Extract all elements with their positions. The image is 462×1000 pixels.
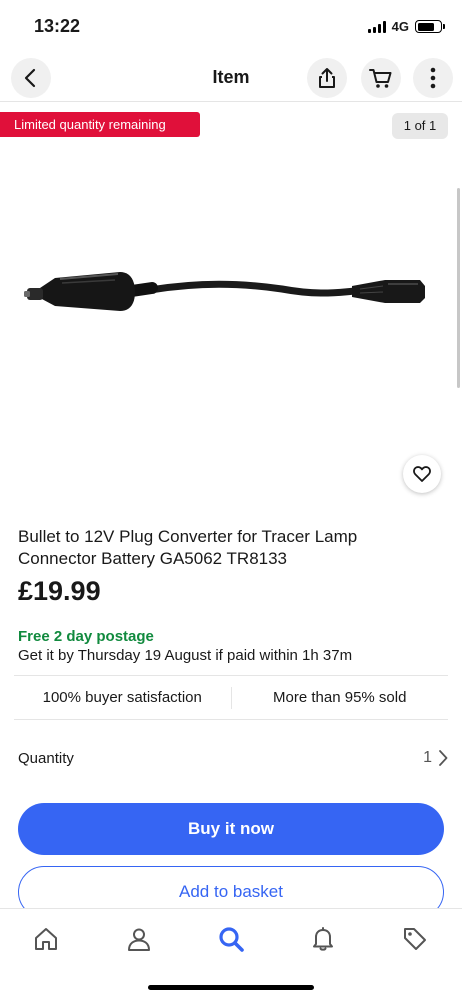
chevron-right-icon [439,750,448,766]
watch-button[interactable] [403,455,441,493]
cart-button[interactable] [361,58,401,98]
back-button[interactable] [11,58,51,98]
quantity-value-group[interactable]: 1 [423,749,448,767]
status-indicators: 4G [367,19,445,34]
quantity-value: 1 [423,749,432,766]
product-price: £19.99 [18,576,101,606]
nav-bar: Item [0,54,462,102]
status-bar: 13:22 4G [0,0,462,54]
bell-icon [313,927,333,951]
home-indicator [148,985,314,990]
scroll-indicator [457,188,460,388]
quantity-selector[interactable]: Quantity 1 [18,740,448,776]
seller-stats: 100% buyer satisfaction More than 95% so… [14,675,448,720]
limited-quantity-badge: Limited quantity remaining [0,112,200,137]
cart-icon [369,69,392,88]
product-image[interactable] [0,150,462,495]
share-icon [319,68,335,88]
quantity-label: Quantity [18,749,74,767]
share-button[interactable] [307,58,347,98]
tab-notifications[interactable] [303,919,343,959]
product-title: Bullet to 12V Plug Converter for Tracer … [18,527,358,568]
sold-percentage: More than 95% sold [273,689,407,706]
home-icon [35,928,57,950]
image-counter: 1 of 1 [392,113,448,139]
network-label: 4G [391,19,409,34]
status-time: 13:22 [34,16,81,36]
tab-selling[interactable] [395,919,435,959]
tab-profile[interactable] [119,919,159,959]
signal-icon [367,20,386,33]
battery-icon [415,20,445,33]
profile-icon [128,928,150,951]
chevron-left-icon [24,68,36,88]
search-icon [219,927,244,952]
tab-home[interactable] [26,919,66,959]
tab-search[interactable] [211,919,251,959]
more-button[interactable] [413,58,453,98]
buyer-satisfaction: 100% buyer satisfaction [42,689,202,706]
more-vertical-icon [430,67,436,89]
postage-info: Free 2 day postage [18,628,154,645]
heart-icon [413,466,431,482]
delivery-estimate: Get it by Thursday 19 August if paid wit… [18,647,353,664]
tag-icon [404,928,426,950]
buy-it-now-button[interactable]: Buy it now [18,803,444,855]
